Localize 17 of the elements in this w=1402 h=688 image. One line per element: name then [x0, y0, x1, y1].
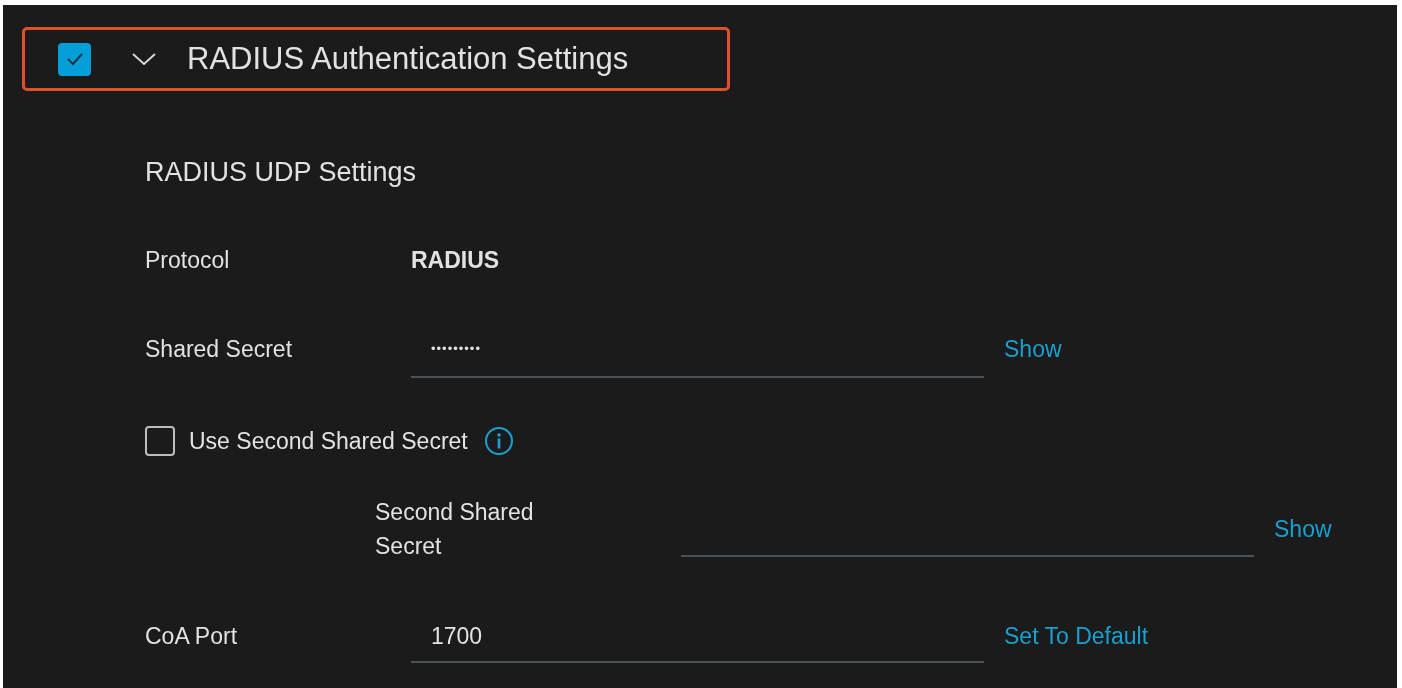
field-label: Second Shared Secret: [375, 498, 535, 561]
checkbox[interactable]: [145, 426, 175, 456]
checkbox-label: Use Second Shared Secret: [189, 427, 468, 455]
subsection-title: RADIUS UDP Settings: [145, 156, 418, 189]
chevron-down-icon[interactable]: [131, 51, 157, 67]
field-label: Protocol: [145, 246, 231, 275]
section-heading: RADIUS Authentication Settings: [187, 41, 629, 77]
link[interactable]: Set To Default: [1004, 611, 1149, 661]
input-field[interactable]: •••••••••: [411, 324, 984, 378]
checkbox[interactable]: [58, 42, 91, 76]
link[interactable]: Show: [1004, 324, 1062, 374]
link[interactable]: Show: [1274, 504, 1332, 554]
input-field[interactable]: 1700: [411, 611, 984, 663]
field-label: CoA Port: [145, 622, 239, 651]
field-value: RADIUS: [411, 246, 500, 275]
field-label: Shared Secret: [145, 335, 294, 364]
checkmark-icon: [64, 51, 85, 67]
